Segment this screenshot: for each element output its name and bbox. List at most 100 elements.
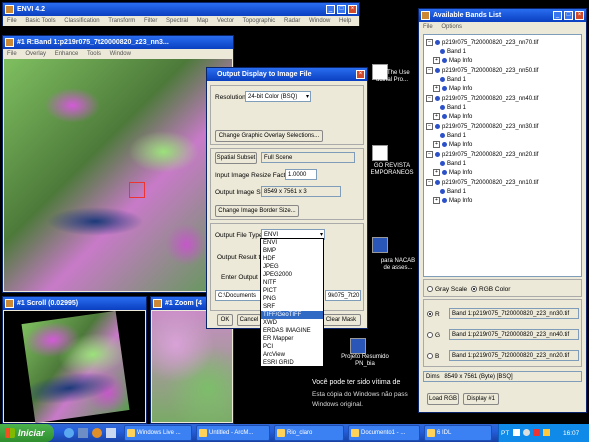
tree-band-row[interactable]: Band 1 [440, 104, 466, 112]
resize-factor-input[interactable]: 1.0000 [285, 169, 317, 180]
dialog-close-button[interactable]: × [356, 70, 365, 79]
tree-mapinfo-row[interactable]: + Map Info [433, 57, 472, 65]
file-type-option[interactable]: NITF [261, 279, 323, 287]
satellite-image-canvas[interactable] [4, 59, 232, 291]
tree-file-row[interactable]: − p219r075_7t20000820_z23_nn40.tif [426, 95, 538, 103]
clear-mask-button[interactable]: Clear Mask [321, 314, 361, 326]
menu-help[interactable]: Help [339, 18, 351, 24]
language-indicator[interactable]: PT [501, 430, 509, 437]
gray-scale-radio[interactable] [427, 286, 433, 293]
quicklaunch-ie-icon[interactable] [64, 428, 74, 438]
tree-file-row[interactable]: − p219r075_7t20000820_z23_nn70.tif [426, 39, 538, 47]
tray-app-icon[interactable] [543, 429, 550, 436]
zoom-box[interactable] [129, 182, 145, 198]
file-type-option[interactable]: ENVI [261, 239, 323, 247]
taskbar-item-windows-live[interactable]: Windows Live ... [124, 425, 192, 441]
tray-volume-icon[interactable] [523, 429, 530, 436]
file-type-option[interactable]: ESRI GRID [261, 359, 323, 367]
file-type-option[interactable]: BMP [261, 247, 323, 255]
image-menu-file[interactable]: File [7, 51, 17, 57]
menu-classification[interactable]: Classification [64, 18, 99, 24]
taskbar-item-documento1[interactable]: Documento1 - ... [348, 425, 420, 441]
file-type-option[interactable]: ER Mapper [261, 335, 323, 343]
file-type-option[interactable]: PICT [261, 287, 323, 295]
file-type-option[interactable]: JPEG2000 [261, 271, 323, 279]
r-option[interactable]: R [427, 311, 440, 318]
tree-file-row[interactable]: − p219r075_7t20000820_z23_nn30.tif [426, 123, 538, 131]
collapse-icon[interactable]: − [426, 39, 433, 46]
quicklaunch-media-icon[interactable] [92, 428, 102, 438]
expand-icon[interactable]: + [433, 57, 440, 64]
menu-file[interactable]: File [7, 18, 17, 24]
menu-transform[interactable]: Transform [108, 18, 135, 24]
resolution-select[interactable]: 24-bit Color (BSQ) ▾ [245, 91, 311, 102]
file-type-option[interactable]: HDF [261, 255, 323, 263]
menu-spectral[interactable]: Spectral [166, 18, 188, 24]
file-type-dropdown-list[interactable]: ENVI BMP HDF JPEG JPEG2000 NITF PICT PNG… [260, 238, 324, 367]
bands-minimize-button[interactable]: _ [553, 11, 562, 20]
g-band-field[interactable]: Band 1:p219r075_7t20000820_z23_nn40.tif [449, 329, 579, 340]
expand-icon[interactable]: + [433, 141, 440, 148]
tree-file-row[interactable]: − p219r075_7t20000820_z23_nn10.tif [426, 179, 538, 187]
collapse-icon[interactable]: − [426, 67, 433, 74]
document-icon-2[interactable] [372, 145, 388, 161]
tree-mapinfo-row[interactable]: + Map Info [433, 85, 472, 93]
scroll-window-titlebar[interactable]: #1 Scroll (0.02995) [3, 297, 146, 310]
tree-band-row[interactable]: Band 1 [440, 132, 466, 140]
taskbar-item-rio-claro[interactable]: Rio_claro [274, 425, 344, 441]
quicklaunch-desktop-icon[interactable] [106, 428, 116, 438]
word-doc-icon-1[interactable] [372, 237, 388, 253]
tree-band-row[interactable]: Band 1 [440, 160, 466, 168]
gray-scale-option[interactable]: Gray Scale [427, 286, 467, 293]
change-overlay-button[interactable]: Change Graphic Overlay Selections... [215, 130, 323, 142]
b-radio[interactable] [427, 353, 433, 360]
menu-basic-tools[interactable]: Basic Tools [25, 18, 55, 24]
expand-icon[interactable]: + [433, 197, 440, 204]
output-path-tail[interactable]: 9k075_7t20 [325, 290, 361, 301]
tree-mapinfo-row[interactable]: + Map Info [433, 169, 472, 177]
expand-icon[interactable]: + [433, 113, 440, 120]
scroll-image[interactable] [21, 310, 130, 424]
image-menu-enhance[interactable]: Enhance [55, 51, 79, 57]
menu-vector[interactable]: Vector [217, 18, 234, 24]
bands-menu-file[interactable]: File [423, 24, 433, 30]
file-type-option[interactable]: PCI [261, 343, 323, 351]
r-band-field[interactable]: Band 1:p219r075_7t20000820_z23_nn30.tif [449, 308, 579, 319]
file-type-option[interactable]: JPEG [261, 263, 323, 271]
tree-mapinfo-row[interactable]: + Map Info [433, 197, 472, 205]
file-type-option-selected[interactable]: TIFF/GeoTIFF [261, 311, 323, 319]
close-button[interactable]: × [348, 5, 357, 14]
load-rgb-button[interactable]: Load RGB [427, 393, 459, 405]
bands-menu-options[interactable]: Options [441, 24, 462, 30]
menu-map[interactable]: Map [197, 18, 209, 24]
dialog-titlebar[interactable]: Output Display to Image File [207, 68, 367, 81]
tree-file-row[interactable]: − p219r075_7t20000820_z23_nn50.tif [426, 67, 538, 75]
spatial-subset-button[interactable]: Spatial Subset [215, 152, 257, 164]
word-doc-icon-2[interactable] [350, 338, 366, 354]
rgb-color-radio[interactable] [471, 286, 477, 293]
output-path-input[interactable]: C:\Documents [215, 290, 265, 301]
quicklaunch-app-icon[interactable] [78, 428, 88, 438]
menu-topographic[interactable]: Topographic [243, 18, 276, 24]
tray-network-icon[interactable] [513, 429, 520, 436]
file-type-option[interactable]: SRF [261, 303, 323, 311]
tree-mapinfo-row[interactable]: + Map Info [433, 141, 472, 149]
file-type-option[interactable]: XWD [261, 319, 323, 327]
maximize-button[interactable]: □ [337, 5, 346, 14]
start-button[interactable]: Iniciar [0, 424, 54, 442]
g-radio[interactable] [427, 332, 433, 339]
tree-mapinfo-row[interactable]: + Map Info [433, 113, 472, 121]
ok-button[interactable]: OK [217, 314, 233, 326]
file-type-option[interactable]: PNG [261, 295, 323, 303]
bands-tree[interactable]: − p219r075_7t20000820_z23_nn70.tif Band 1… [423, 34, 582, 277]
g-option[interactable]: G [427, 332, 440, 339]
r-radio[interactable] [427, 311, 433, 318]
cancel-button[interactable]: Cancel [237, 314, 261, 326]
image-window-titlebar[interactable]: #1 R:Band 1:p219r075_7t20000820_z23_nn3.… [3, 36, 233, 49]
change-border-button[interactable]: Change Image Border Size... [215, 205, 299, 217]
menu-radar[interactable]: Radar [284, 18, 300, 24]
taskbar-item-idl[interactable]: 6 IDL [424, 425, 492, 441]
tree-band-row[interactable]: Band 1 [440, 188, 466, 196]
menu-filter[interactable]: Filter [144, 18, 157, 24]
collapse-icon[interactable]: − [426, 151, 433, 158]
